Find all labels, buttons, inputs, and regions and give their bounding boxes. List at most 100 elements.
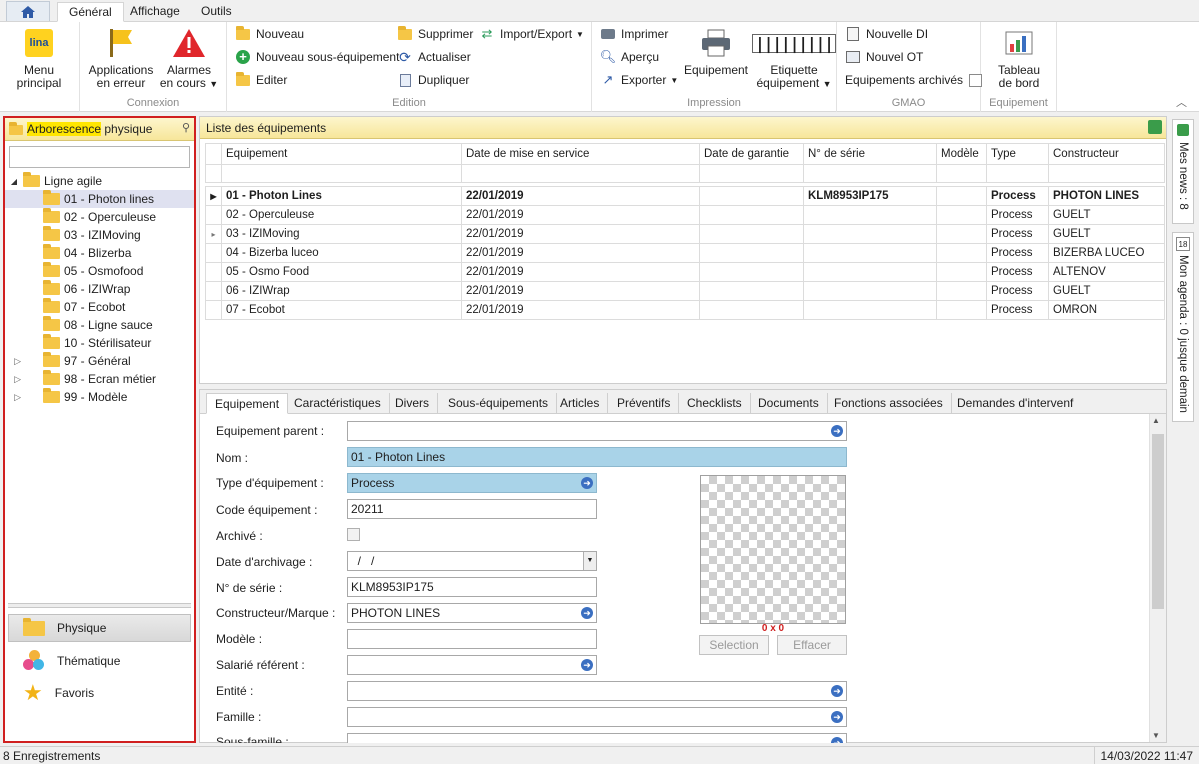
expand-row-icon[interactable]: ▸ xyxy=(205,224,222,244)
tree-search-input[interactable] xyxy=(9,146,190,168)
selection-button[interactable]: Selection xyxy=(699,635,769,655)
entite-field[interactable]: ➜ xyxy=(347,681,847,701)
arrow-right-icon[interactable]: ➜ xyxy=(831,425,843,437)
equipement-print-button[interactable]: Equipement xyxy=(682,26,750,77)
tab-sous-equipements[interactable]: Sous-équipements xyxy=(440,393,558,414)
tree-item[interactable]: ▷ 97 - Général xyxy=(5,352,194,370)
table-row[interactable]: 04 - Bizerba luceo 22/01/2019 Process BIZER… xyxy=(205,243,1165,263)
tab-articles[interactable]: Articles xyxy=(552,393,609,414)
table-row[interactable]: ▶ 01 - Photon Lines 22/01/2019 KLM8953IP17… xyxy=(205,186,1165,206)
arrow-right-icon[interactable]: ➜ xyxy=(831,737,843,743)
dropdown-arrow-icon[interactable]: ▼ xyxy=(583,552,596,570)
archive-checkbox[interactable] xyxy=(347,528,360,541)
equipement-parent-field[interactable]: ➜ xyxy=(347,421,847,441)
expand-arrow-icon[interactable]: ▷ xyxy=(5,392,25,403)
tab-outils[interactable]: Outils xyxy=(190,2,243,22)
tab-general[interactable]: Général xyxy=(57,2,124,22)
dupliquer-button[interactable]: Dupliquer xyxy=(397,70,469,90)
column-header[interactable]: Constructeur xyxy=(1048,143,1165,165)
tab-caracteristiques[interactable]: Caractéristiques xyxy=(286,393,390,414)
editer-button[interactable]: Editer xyxy=(235,70,287,90)
import-export-button[interactable]: ⇄ Import/Export ▼ xyxy=(479,24,584,44)
column-header[interactable]: Modèle xyxy=(936,143,987,165)
expand-arrow-icon[interactable]: ▷ xyxy=(5,374,25,385)
tab-preventifs[interactable]: Préventifs xyxy=(609,393,680,414)
filter-grid-icon[interactable] xyxy=(1148,120,1162,134)
arrow-right-icon[interactable]: ➜ xyxy=(581,659,593,671)
tab-fonctions-associees[interactable]: Fonctions associées xyxy=(826,393,952,414)
tab-documents[interactable]: Documents xyxy=(750,393,828,414)
tree-item[interactable]: 08 - Ligne sauce xyxy=(5,316,194,334)
column-header[interactable]: N° de série xyxy=(803,143,937,165)
nouvelle-di-button[interactable]: Nouvelle DI xyxy=(845,24,928,44)
home-button[interactable] xyxy=(6,1,50,21)
tree-item[interactable]: 02 - Operculeuse xyxy=(5,208,194,226)
equipements-archives-toggle[interactable]: Equipements archivés xyxy=(845,70,983,90)
etiquette-equipement-button[interactable]: ||||||||| Etiquette équipement ▼ xyxy=(752,26,836,91)
nav-physique[interactable]: Physique xyxy=(8,614,191,642)
tree-item[interactable]: 04 - Blizerba xyxy=(5,244,194,262)
constructeur-field[interactable]: PHOTON LINES ➜ xyxy=(347,603,597,623)
scroll-up-icon[interactable]: ▲ xyxy=(1152,416,1160,425)
tab-demandes-intervention[interactable]: Demandes d'intervenf xyxy=(949,393,1081,414)
nom-field[interactable]: 01 - Photon Lines xyxy=(347,447,847,467)
supprimer-button[interactable]: Supprimer xyxy=(397,24,473,44)
collapse-ribbon-icon[interactable]: ︿ xyxy=(1176,94,1187,110)
effacer-button[interactable]: Effacer xyxy=(777,635,847,655)
mes-news-tab[interactable]: Mes news : 8 xyxy=(1172,119,1194,224)
column-header[interactable]: Equipement xyxy=(221,143,462,165)
filter-row[interactable] xyxy=(205,164,1165,183)
applications-en-erreur-button[interactable]: Applications en erreur xyxy=(88,26,154,90)
tab-divers[interactable]: Divers xyxy=(387,393,439,414)
arrow-right-icon[interactable]: ➜ xyxy=(581,607,593,619)
table-row[interactable]: 06 - IZIWrap 22/01/2019 Process GUELT xyxy=(205,281,1165,301)
menu-principal-button[interactable]: lina Menu principal xyxy=(3,26,75,90)
table-row[interactable]: 02 - Operculeuse 22/01/2019 Process GUELT xyxy=(205,205,1165,225)
column-header[interactable]: Type xyxy=(986,143,1049,165)
tab-checklists[interactable]: Checklists xyxy=(679,393,751,414)
arrow-right-icon[interactable]: ➜ xyxy=(831,711,843,723)
salarie-referent-field[interactable]: ➜ xyxy=(347,655,597,675)
type-equipement-field[interactable]: Process ➜ xyxy=(347,473,597,493)
tree-item[interactable]: 03 - IZIMoving xyxy=(5,226,194,244)
table-row[interactable]: ▸ 03 - IZIMoving 22/01/2019 Process GUELT xyxy=(205,224,1165,244)
tree-item[interactable]: ▷ 98 - Ecran métier xyxy=(5,370,194,388)
tree-item[interactable]: 07 - Ecobot xyxy=(5,298,194,316)
arrow-right-icon[interactable]: ➜ xyxy=(831,685,843,697)
tree-item[interactable]: 05 - Osmofood xyxy=(5,262,194,280)
tree-item[interactable]: 10 - Stérilisateur xyxy=(5,334,194,352)
panel-splitter[interactable] xyxy=(8,603,191,608)
code-equipement-field[interactable]: 20211 xyxy=(347,499,597,519)
equipment-image[interactable] xyxy=(700,475,846,624)
vertical-scrollbar[interactable]: ▲ ▼ xyxy=(1149,414,1166,742)
numero-serie-field[interactable]: KLM8953IP175 xyxy=(347,577,597,597)
tab-equipement[interactable]: Equipement xyxy=(206,393,289,414)
nouveau-button[interactable]: Nouveau xyxy=(235,24,304,44)
famille-field[interactable]: ➜ xyxy=(347,707,847,727)
tree-item[interactable]: 06 - IZIWrap xyxy=(5,280,194,298)
tab-affichage[interactable]: Affichage xyxy=(119,2,191,22)
exporter-button[interactable]: ↗ Exporter ▼ xyxy=(600,70,679,90)
apercu-button[interactable]: 🔍︎ Aperçu xyxy=(600,47,659,67)
nav-favoris[interactable]: ★ Favoris xyxy=(8,679,191,707)
tree-item[interactable]: ▷ 99 - Modèle xyxy=(5,388,194,406)
modele-field[interactable] xyxy=(347,629,597,649)
table-row[interactable]: 07 - Ecobot 22/01/2019 Process OMRON xyxy=(205,300,1165,320)
table-row[interactable]: 05 - Osmo Food 22/01/2019 Process ALTENOV xyxy=(205,262,1165,282)
pin-icon[interactable]: ⚲ xyxy=(182,121,190,134)
sous-famille-field[interactable]: ➜ xyxy=(347,733,847,743)
nouvel-ot-button[interactable]: Nouvel OT xyxy=(845,47,923,67)
collapse-arrow-icon[interactable]: ◢ xyxy=(5,177,23,186)
column-header[interactable]: Date de mise en service xyxy=(461,143,700,165)
scroll-down-icon[interactable]: ▼ xyxy=(1152,731,1160,740)
column-header[interactable]: Date de garantie xyxy=(699,143,804,165)
scrollbar-thumb[interactable] xyxy=(1152,434,1164,609)
nouveau-sous-equipement-button[interactable]: + Nouveau sous-équipement xyxy=(235,47,399,67)
imprimer-button[interactable]: Imprimer xyxy=(600,24,668,44)
tree-root[interactable]: ◢ Ligne agile xyxy=(5,172,194,190)
expand-arrow-icon[interactable]: ▷ xyxy=(5,356,25,367)
mon-agenda-tab[interactable]: 18 Mon agenda : 0 jusque demain xyxy=(1172,232,1194,422)
alarmes-en-cours-button[interactable]: Alarmes en cours ▼ xyxy=(158,26,220,91)
arrow-right-icon[interactable]: ➜ xyxy=(581,477,593,489)
tableau-de-bord-button[interactable]: Tableau de bord xyxy=(987,26,1051,90)
